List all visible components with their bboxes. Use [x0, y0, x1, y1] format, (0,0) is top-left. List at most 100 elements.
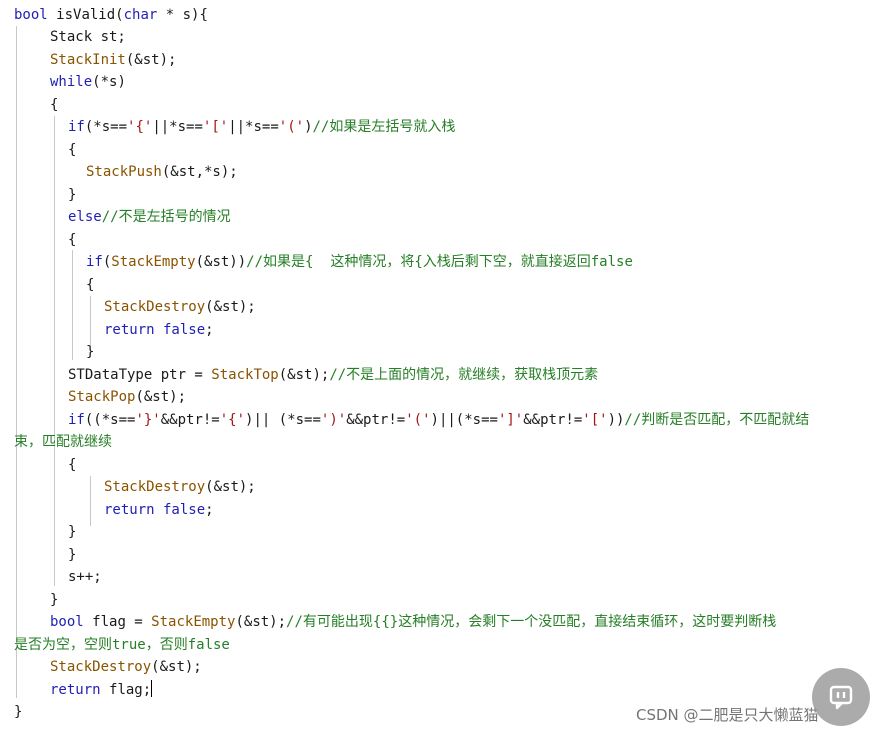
code-token: while	[50, 74, 93, 90]
code-line: StackInit(&st);	[50, 49, 176, 72]
code-line: }	[86, 341, 94, 364]
code-token: }	[68, 524, 77, 540]
code-line: 束，匹配就继续	[14, 431, 112, 454]
code-token: '{'	[219, 412, 246, 428]
code-token: (&st,*s);	[161, 164, 238, 180]
chat-bubble-icon[interactable]	[812, 668, 870, 726]
code-line: Stack st;	[50, 26, 126, 49]
code-token: (*s)	[92, 74, 126, 90]
code-token: StackDestroy	[104, 479, 206, 495]
code-token: '{'	[127, 119, 153, 135]
indent-guide	[16, 26, 17, 698]
code-token: )|| (*s==	[245, 412, 321, 428]
code-token: Stack st;	[50, 29, 126, 45]
code-line: }	[68, 521, 76, 544]
code-token: StackDestroy	[104, 299, 206, 315]
code-token: flag;	[109, 682, 152, 698]
code-token: ||*s==	[228, 119, 279, 135]
code-token: 束，匹配就继续	[14, 434, 112, 450]
code-line: if((*s=='}'&&ptr!='{')|| (*s==')'&&ptr!=…	[68, 409, 809, 432]
code-token: {	[68, 232, 77, 248]
code-token: (&st);	[205, 479, 256, 495]
code-line: StackDestroy(&st);	[104, 476, 256, 499]
indent-guide	[72, 250, 73, 360]
code-line: {	[68, 454, 76, 477]
code-token: //如果是{ 这种情况，将{入栈后剩下空，就直接返回false	[246, 254, 633, 270]
code-token: return false	[104, 502, 206, 518]
code-token: {	[86, 277, 95, 293]
indent-guide	[54, 116, 55, 586]
text-cursor	[151, 680, 153, 697]
code-token: {	[68, 142, 77, 158]
code-line: bool isValid(char * s){	[14, 4, 208, 27]
code-token: char	[123, 7, 158, 23]
code-token: (&st);	[151, 659, 202, 675]
code-line: if(StackEmpty(&st))//如果是{ 这种情况，将{入栈后剩下空，…	[86, 251, 633, 274]
code-line: StackDestroy(&st);	[104, 296, 256, 319]
code-line: {	[50, 94, 58, 117]
code-token: 是否为空，空则true，否则false	[14, 637, 230, 653]
code-token: '('	[278, 119, 305, 135]
code-line: if(*s=='{'||*s=='['||*s=='(')//如果是左括号就入栈	[68, 116, 455, 139]
code-token: //不是上面的情况，就继续，获取栈顶元素	[329, 367, 599, 383]
code-token: '['	[202, 119, 229, 135]
code-line: {	[86, 274, 94, 297]
code-line: while(*s)	[50, 71, 126, 94]
code-token: )	[304, 119, 313, 135]
code-token: return false	[104, 322, 206, 338]
code-editor[interactable]: bool isValid(char * s){ Stack st; StackIni…	[0, 0, 883, 734]
code-token: else	[68, 209, 102, 225]
code-line: STDataType ptr = StackTop(&st);//不是上面的情况…	[68, 364, 598, 387]
code-token: ;	[205, 322, 214, 338]
code-token: (&st);	[278, 367, 330, 383]
code-line: {	[68, 139, 76, 162]
code-token: //不是左括号的情况	[101, 209, 231, 225]
code-token: (&st);	[205, 299, 256, 315]
code-token: ((*s==	[84, 412, 136, 428]
code-token: StackEmpty	[151, 614, 236, 630]
code-token: StackPush	[86, 164, 162, 180]
code-token: (&st);	[135, 389, 187, 405]
code-token: (&st);	[125, 52, 177, 68]
code-token: if	[68, 412, 85, 428]
code-token: }	[14, 704, 23, 720]
indent-guide	[90, 296, 91, 346]
code-token: (*s==	[84, 119, 128, 135]
code-line: s++;	[68, 566, 102, 589]
code-token: ||*s==	[152, 119, 203, 135]
code-line: return false;	[104, 319, 214, 342]
code-token: //如果是左括号就入栈	[312, 119, 456, 135]
code-token: //判断是否匹配，不匹配就结	[624, 412, 810, 428]
code-line: return flag;	[50, 679, 153, 702]
code-line: bool flag = StackEmpty(&st);//有可能出现{{}这种…	[50, 611, 776, 634]
code-token: '['	[582, 412, 608, 428]
code-token: StackTop	[211, 367, 279, 383]
code-line: else//不是左括号的情况	[68, 206, 231, 229]
code-token: bool	[50, 614, 93, 630]
code-line: }	[68, 184, 76, 207]
code-token: if	[68, 119, 85, 135]
code-token: {	[50, 97, 59, 113]
code-token: StackPop	[68, 389, 136, 405]
code-token: '}'	[135, 412, 161, 428]
code-token: (&st);	[235, 614, 287, 630]
code-token: )||(*s==	[430, 412, 498, 428]
code-token: StackDestroy	[50, 659, 152, 675]
code-token: ))	[607, 412, 625, 428]
code-token: (&st))	[195, 254, 247, 270]
code-token: ')'	[320, 412, 347, 428]
code-line: StackDestroy(&st);	[50, 656, 202, 679]
code-token: }	[50, 592, 59, 608]
code-token: &&ptr!=	[523, 412, 583, 428]
watermark-text: CSDN @二肥是只大懒蓝猫	[636, 706, 819, 724]
code-token: flag =	[92, 614, 152, 630]
code-token: &&ptr!=	[346, 412, 406, 428]
code-token: '('	[405, 412, 431, 428]
code-token: STDataType ptr =	[68, 367, 212, 383]
code-token: return	[50, 682, 110, 698]
code-line: {	[68, 229, 76, 252]
code-token: }	[86, 344, 95, 360]
code-line: }	[14, 701, 22, 724]
code-line: StackPop(&st);	[68, 386, 186, 409]
code-token: &&ptr!=	[160, 412, 220, 428]
